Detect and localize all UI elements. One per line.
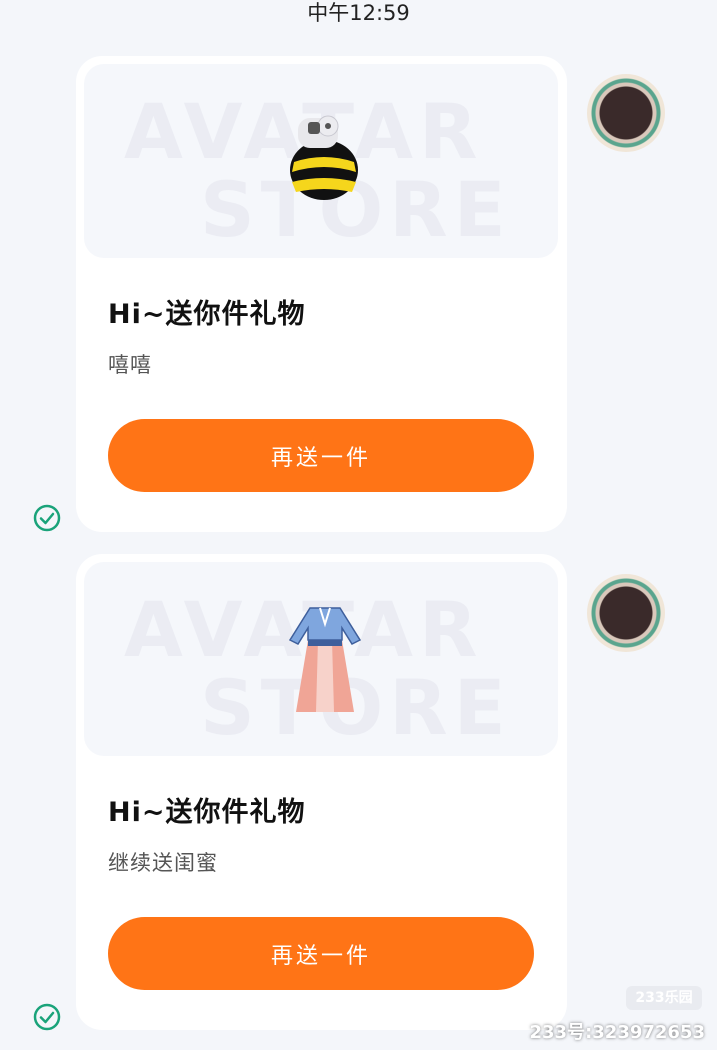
site-watermark-id: 233号:323972653 (529, 1022, 706, 1043)
hanfu-dress-gift-icon (288, 607, 362, 712)
gift-title: Hi~送你件礼物 (108, 797, 306, 828)
gift-message: 继续送闺蜜 (108, 851, 218, 875)
gift-banner: AVATAR STORE (84, 64, 558, 258)
check-circle-icon (33, 504, 61, 532)
timestamp: 中午12:59 (307, 1, 410, 25)
gift-banner: AVATAR STORE (84, 562, 558, 756)
avatar[interactable] (587, 74, 665, 152)
avatar[interactable] (587, 574, 665, 652)
site-watermark-badge: 233乐园 (626, 986, 702, 1010)
send-another-button[interactable]: 再送一件 (108, 419, 534, 492)
gift-title: Hi~送你件礼物 (108, 299, 306, 330)
send-another-button[interactable]: 再送一件 (108, 917, 534, 990)
bee-gift-icon (290, 115, 358, 200)
gift-message-card[interactable]: AVATAR STORE Hi~送你件礼物 继续送闺蜜 再送一件 (76, 554, 567, 1030)
gift-message-card[interactable]: AVATAR STORE Hi~送你件礼物 嘻嘻 再送一件 (76, 56, 567, 532)
check-circle-icon (33, 1003, 61, 1031)
gift-message: 嘻嘻 (108, 353, 152, 377)
